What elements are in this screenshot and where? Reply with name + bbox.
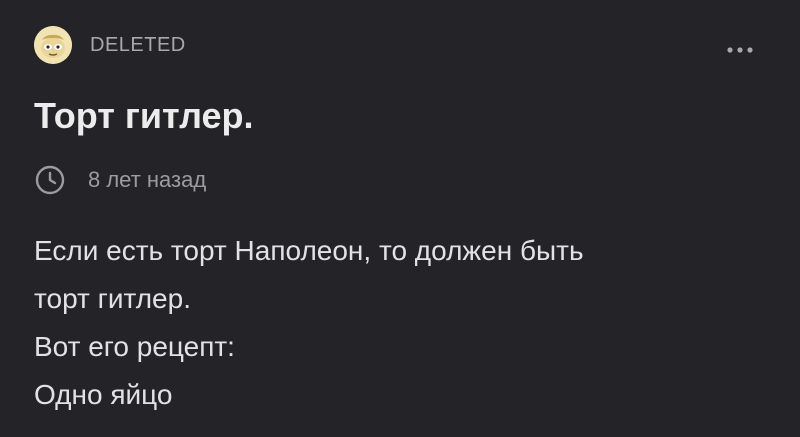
post-body-line: торт гитлер.	[34, 283, 191, 314]
more-options-button[interactable]	[720, 38, 760, 62]
post-body-line: Одно яйцо	[34, 379, 173, 410]
post-card: DELETED Торт гитлер. 8 лет назад Если ес…	[0, 0, 800, 437]
avatar[interactable]	[34, 26, 72, 64]
author-name[interactable]: DELETED	[90, 34, 186, 57]
deleted-user-avatar-icon	[34, 26, 72, 64]
post-title[interactable]: Торт гитлер.	[34, 94, 254, 138]
author-row[interactable]: DELETED	[34, 26, 186, 64]
more-horizontal-icon	[727, 47, 753, 53]
post-body-line: Вот его рецепт:	[34, 331, 235, 362]
clock-icon	[35, 165, 65, 195]
post-body-line: Если есть торт Наполеон, то должен быть	[34, 235, 584, 266]
post-body: Если есть торт Наполеон, то должен быть …	[34, 227, 774, 419]
post-meta: 8 лет назад	[34, 164, 206, 196]
post-timestamp: 8 лет назад	[88, 167, 207, 192]
